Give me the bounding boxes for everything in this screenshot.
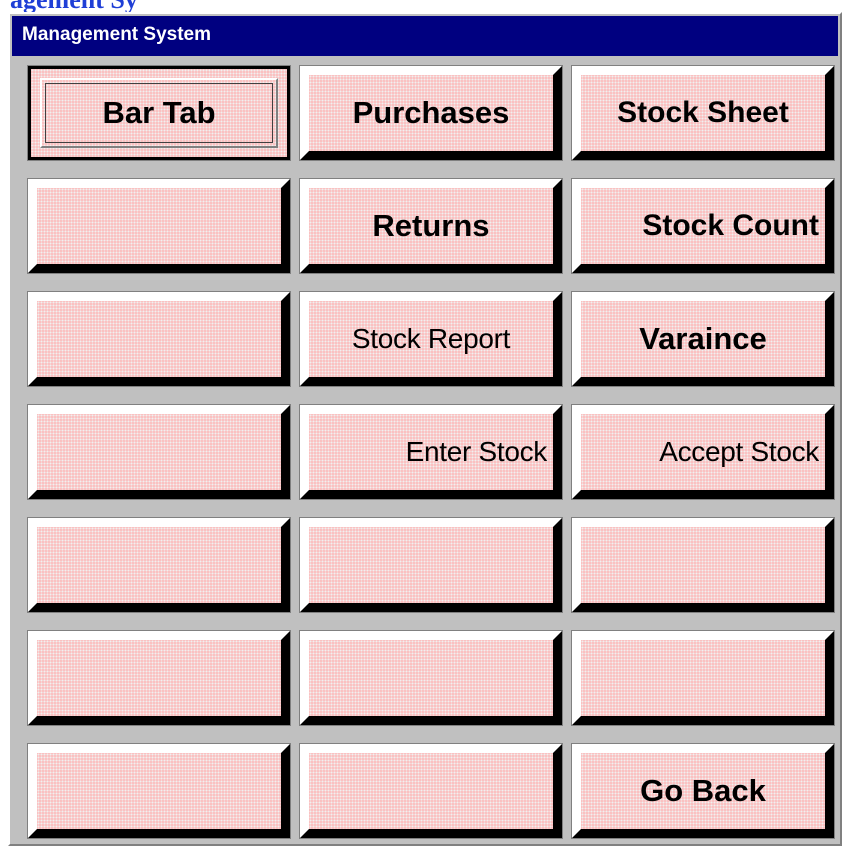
stock-sheet-button[interactable]: Stock Sheet xyxy=(571,65,835,161)
blank-button-r6c3[interactable] xyxy=(571,630,835,726)
blank-button-r2c1[interactable] xyxy=(27,178,291,274)
purchases-button-label: Purchases xyxy=(352,95,510,130)
stock-count-button[interactable]: Stock Count xyxy=(571,178,835,274)
stock-sheet-button-label: Stock Sheet xyxy=(617,96,789,129)
bar-tab-button-label: Bar Tab xyxy=(102,95,216,130)
blank-button-r7c2[interactable] xyxy=(299,743,563,839)
accept-stock-button-label: Accept Stock xyxy=(659,436,819,467)
stock-report-button[interactable]: Stock Report xyxy=(299,291,563,387)
blank-button-r3c1[interactable] xyxy=(27,291,291,387)
stock-count-button-label: Stock Count xyxy=(642,209,819,242)
bar-tab-button[interactable]: Bar Tab xyxy=(27,65,291,161)
blank-button-r7c1[interactable] xyxy=(27,743,291,839)
enter-stock-button-label: Enter Stock xyxy=(405,436,548,467)
go-back-button-label: Go Back xyxy=(640,773,766,808)
blank-button-r5c2[interactable] xyxy=(299,517,563,613)
blank-button-r5c1[interactable] xyxy=(27,517,291,613)
varaince-button-label: Varaince xyxy=(639,321,767,356)
accept-stock-button[interactable]: Accept Stock xyxy=(571,404,835,500)
page-header-text: agement Sy xyxy=(10,0,138,13)
blank-button-r4c1[interactable] xyxy=(27,404,291,500)
window-title-bar: Management System xyxy=(12,16,838,56)
blank-button-r6c2[interactable] xyxy=(299,630,563,726)
returns-button-label: Returns xyxy=(372,208,490,243)
varaince-button[interactable]: Varaince xyxy=(571,291,835,387)
blank-button-r6c1[interactable] xyxy=(27,630,291,726)
go-back-button[interactable]: Go Back xyxy=(571,743,835,839)
returns-button[interactable]: Returns xyxy=(299,178,563,274)
enter-stock-button[interactable]: Enter Stock xyxy=(299,404,563,500)
stock-report-button-label: Stock Report xyxy=(351,323,511,354)
purchases-button[interactable]: Purchases xyxy=(299,65,563,161)
management-window: Management System Bar Tab Purchases Stoc… xyxy=(8,12,842,846)
blank-button-r5c3[interactable] xyxy=(571,517,835,613)
